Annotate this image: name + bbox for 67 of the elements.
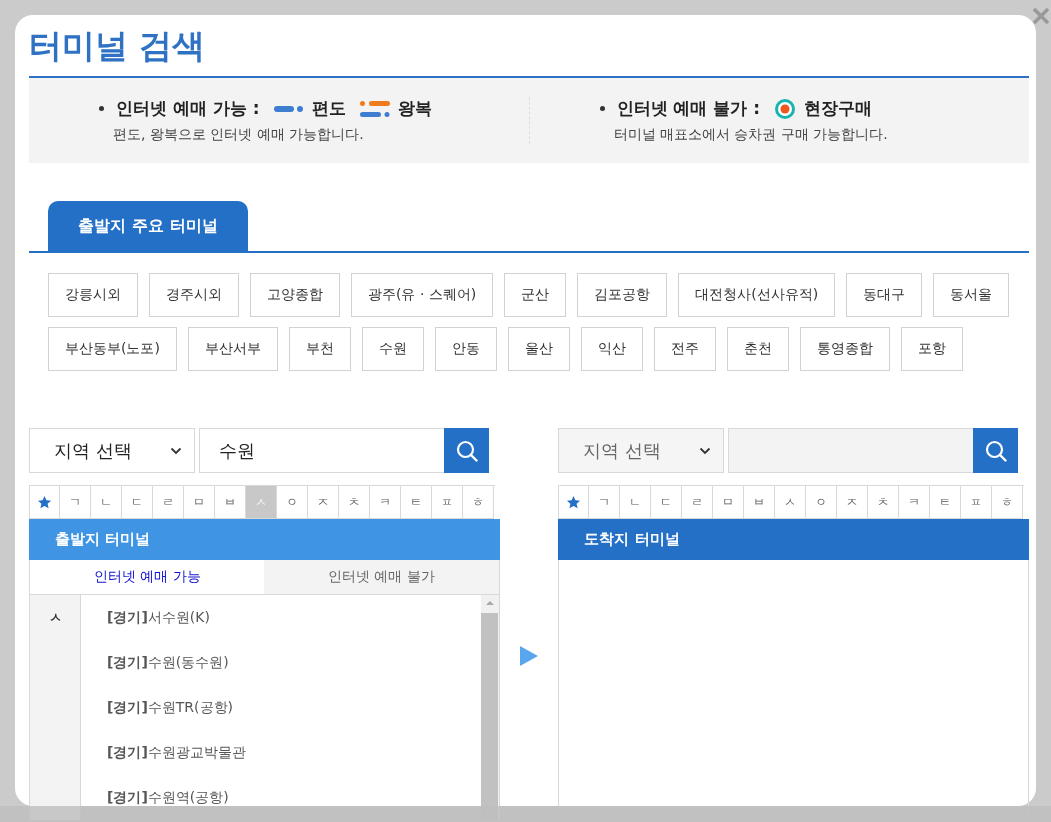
terminal-item[interactable]: [경기]수원광교박물관 [81, 730, 481, 775]
terminal-button[interactable]: 전주 [653, 327, 716, 371]
tab[interactable]: 출발지 주요 터미널 [48, 201, 248, 251]
terminal-item[interactable]: [경기]수원TR(공항) [81, 685, 481, 730]
legend-label: 인터넷 예매 가능 : [116, 97, 260, 120]
consonant-tab[interactable]: ㅍ [432, 486, 463, 519]
terminal-button[interactable]: 동대구 [846, 273, 923, 317]
favorites-tab[interactable] [29, 486, 60, 519]
double-line-icon [359, 99, 390, 118]
terminal-button[interactable]: 익산 [580, 327, 643, 371]
terminal-button[interactable]: 수원 [361, 327, 424, 371]
window-title: 터미널 검색 [29, 25, 206, 67]
legend-option: 편도 [311, 97, 346, 120]
search-button[interactable] [444, 428, 489, 473]
consonant-tab[interactable]: ㄴ [91, 486, 122, 519]
bullet-icon [599, 106, 605, 111]
consonant-tab[interactable]: ㅂ [215, 486, 246, 519]
terminal-button[interactable]: 포항 [900, 327, 963, 371]
terminal-item[interactable]: [경기]서수원(K) [81, 595, 481, 640]
legend-label: 인터넷 예매 불가 : [616, 97, 761, 120]
terminal-button[interactable]: 춘천 [726, 327, 789, 371]
terminal-button[interactable]: 대전청사(선사유적) [678, 273, 836, 317]
region-select[interactable]: 지역 선택 [29, 428, 195, 473]
panel-header: 도착지 터미널 [558, 519, 1029, 560]
terminal-button[interactable]: 통영종합 [799, 327, 890, 371]
search-button[interactable] [973, 428, 1019, 473]
star-icon [37, 494, 52, 510]
consonant-tab[interactable]: ㅈ [308, 486, 339, 519]
legend-note: 편도, 왕복으로 인터넷 예매 가능합니다. [112, 126, 365, 144]
terminal-button[interactable]: 부천 [288, 327, 351, 371]
consonant-tab[interactable]: ㅋ [370, 486, 401, 519]
consonant-tab[interactable]: ㄹ [153, 486, 184, 519]
terminal-button[interactable]: 안동 [434, 327, 497, 371]
terminal-button[interactable]: 강릉시외 [48, 273, 138, 317]
star-icon [566, 494, 582, 510]
consonant-tab[interactable]: ㅊ [339, 486, 370, 519]
consonant-tab[interactable]: ㅌ [401, 486, 432, 519]
legend-note: 터미널 매표소에서 승차권 구매 가능합니다. [612, 126, 889, 144]
search-icon [984, 439, 1007, 462]
consonant-tab[interactable]: ㄱ [60, 486, 91, 519]
bullet-icon [99, 106, 104, 111]
panel-header: 출발지 터미널 [29, 519, 500, 560]
consonant-tab[interactable]: ㅁ [184, 486, 215, 519]
consonant-tab[interactable]: ㅇ [277, 486, 308, 519]
legend-option: 현장구매 [804, 97, 873, 120]
index-letter: ㅅ [48, 609, 62, 625]
terminal-button[interactable]: 광주(유 · 스퀘어) [351, 273, 494, 317]
search-icon [455, 439, 478, 462]
terminal-button[interactable]: 김포공항 [577, 273, 668, 317]
terminal-button[interactable]: 경주시외 [149, 273, 239, 317]
consonant-tab[interactable]: ㄷ [122, 486, 153, 519]
tab[interactable]: 인터넷 예매 불가 [264, 560, 499, 594]
consonant-tab[interactable]: ㅎ [463, 486, 494, 519]
legend-option: 왕복 [397, 97, 432, 120]
terminal-item[interactable]: [경기]수원(동수원) [81, 640, 481, 685]
terminal-button[interactable]: 울산 [507, 327, 570, 371]
terminal-button[interactable]: 부산동부(노포) [48, 327, 177, 371]
terminal-button[interactable]: 동서울 [933, 273, 1010, 317]
terminal-button[interactable]: 부산서부 [187, 327, 278, 371]
terminal-button[interactable]: 고양종합 [250, 273, 340, 317]
search-field[interactable]: 수원 [199, 428, 444, 473]
chevron-down-icon [699, 446, 712, 455]
ring-icon [774, 97, 797, 120]
line-dot-icon [273, 104, 304, 113]
chevron-down-icon [170, 446, 182, 455]
arrow-icon [520, 646, 538, 666]
terminal-button[interactable]: 군산 [504, 273, 567, 317]
